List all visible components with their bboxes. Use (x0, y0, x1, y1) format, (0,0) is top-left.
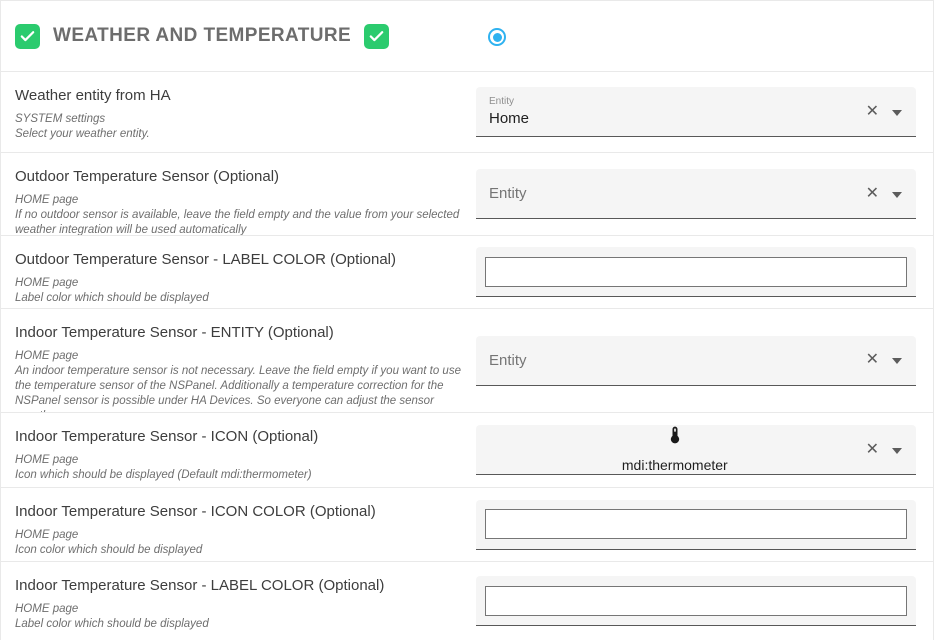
setting-description: Select your weather entity. (15, 127, 470, 142)
indoor-icon-color-input[interactable] (485, 509, 907, 539)
setting-description: Label color which should be displayed (15, 617, 470, 632)
setting-row-indoor-label-color: Indoor Temperature Sensor - LABEL COLOR … (0, 561, 934, 640)
setting-description: Icon color which should be displayed (15, 543, 470, 558)
setting-context: HOME page (15, 453, 470, 468)
select-value: mdi:thermometer (622, 457, 728, 474)
section-secondary-checkbox[interactable] (364, 24, 389, 49)
section-header: WEATHER AND TEMPERATURE (0, 0, 934, 72)
setting-text: Weather entity from HA SYSTEM settings S… (1, 72, 476, 152)
input-panel (476, 500, 916, 550)
setting-text: Indoor Temperature Sensor - ENTITY (Opti… (1, 309, 476, 412)
setting-title: Outdoor Temperature Sensor - LABEL COLOR… (15, 251, 470, 270)
setting-description: If no outdoor sensor is available, leave… (15, 208, 470, 236)
setting-title: Outdoor Temperature Sensor (Optional) (15, 168, 470, 187)
setting-context: HOME page (15, 276, 470, 291)
setting-text: Outdoor Temperature Sensor - LABEL COLOR… (1, 236, 476, 308)
indoor-temp-entity-select[interactable]: Entity ✕ (476, 336, 916, 386)
setting-title: Indoor Temperature Sensor - ICON (Option… (15, 428, 470, 447)
select-content: Entity (489, 185, 861, 202)
chevron-down-icon[interactable] (892, 358, 902, 364)
setting-context: SYSTEM settings (15, 112, 470, 127)
section-radio-button[interactable] (488, 28, 506, 46)
setting-description: Icon which should be displayed (Default … (15, 468, 470, 483)
setting-row-indoor-temp-entity: Indoor Temperature Sensor - ENTITY (Opti… (0, 308, 934, 413)
chevron-down-icon[interactable] (892, 110, 902, 116)
setting-text: Indoor Temperature Sensor - LABEL COLOR … (1, 562, 476, 640)
clear-icon[interactable]: ✕ (861, 186, 884, 202)
setting-row-indoor-icon: Indoor Temperature Sensor - ICON (Option… (0, 412, 934, 488)
setting-field: Entity ✕ (476, 153, 916, 235)
setting-context: HOME page (15, 193, 470, 208)
select-content: Entity Home (489, 96, 861, 128)
select-placeholder: Entity (489, 352, 861, 369)
config-page: WEATHER AND TEMPERATURE Weather entity f… (0, 0, 934, 640)
setting-field (476, 488, 916, 561)
weather-entity-select[interactable]: Entity Home ✕ (476, 87, 916, 137)
select-content: mdi:thermometer (489, 425, 861, 474)
setting-row-outdoor-temp-entity: Outdoor Temperature Sensor (Optional) HO… (0, 152, 934, 236)
setting-row-indoor-icon-color: Indoor Temperature Sensor - ICON COLOR (… (0, 487, 934, 562)
setting-field (476, 562, 916, 640)
section-title: WEATHER AND TEMPERATURE (53, 25, 351, 47)
input-panel (476, 247, 916, 297)
clear-icon[interactable]: ✕ (861, 104, 884, 120)
setting-context: HOME page (15, 349, 470, 364)
clear-icon[interactable]: ✕ (861, 352, 884, 368)
setting-row-outdoor-label-color: Outdoor Temperature Sensor - LABEL COLOR… (0, 235, 934, 309)
select-placeholder: Entity (489, 185, 861, 202)
checkmark-icon (368, 28, 385, 45)
setting-text: Indoor Temperature Sensor - ICON COLOR (… (1, 488, 476, 561)
setting-field: Entity Home ✕ (476, 72, 916, 152)
setting-field (476, 236, 916, 308)
chevron-down-icon[interactable] (892, 192, 902, 198)
select-label: Entity (489, 96, 861, 108)
checkmark-icon (19, 28, 36, 45)
setting-title: Weather entity from HA (15, 87, 470, 106)
setting-row-weather-entity: Weather entity from HA SYSTEM settings S… (0, 71, 934, 153)
setting-title: Indoor Temperature Sensor - ICON COLOR (… (15, 503, 470, 522)
setting-title: Indoor Temperature Sensor - LABEL COLOR … (15, 577, 470, 596)
setting-text: Indoor Temperature Sensor - ICON (Option… (1, 413, 476, 487)
setting-field: mdi:thermometer ✕ (476, 413, 916, 487)
setting-title: Indoor Temperature Sensor - ENTITY (Opti… (15, 324, 470, 343)
radio-dot (493, 33, 502, 42)
section-enabled-checkbox[interactable] (15, 24, 40, 49)
select-value: Home (489, 110, 861, 128)
indoor-label-color-input[interactable] (485, 586, 907, 616)
setting-description: An indoor temperature sensor is not nece… (15, 364, 470, 413)
select-content: Entity (489, 352, 861, 369)
chevron-down-icon[interactable] (892, 448, 902, 454)
setting-field: Entity ✕ (476, 309, 916, 412)
setting-context: HOME page (15, 528, 470, 543)
outdoor-label-color-input[interactable] (485, 257, 907, 287)
setting-text: Outdoor Temperature Sensor (Optional) HO… (1, 153, 476, 235)
outdoor-temp-entity-select[interactable]: Entity ✕ (476, 169, 916, 219)
clear-icon[interactable]: ✕ (861, 442, 884, 458)
indoor-icon-select[interactable]: mdi:thermometer ✕ (476, 425, 916, 475)
setting-description: Label color which should be displayed (15, 291, 470, 306)
setting-context: HOME page (15, 602, 470, 617)
input-panel (476, 576, 916, 626)
thermometer-icon (665, 425, 685, 445)
